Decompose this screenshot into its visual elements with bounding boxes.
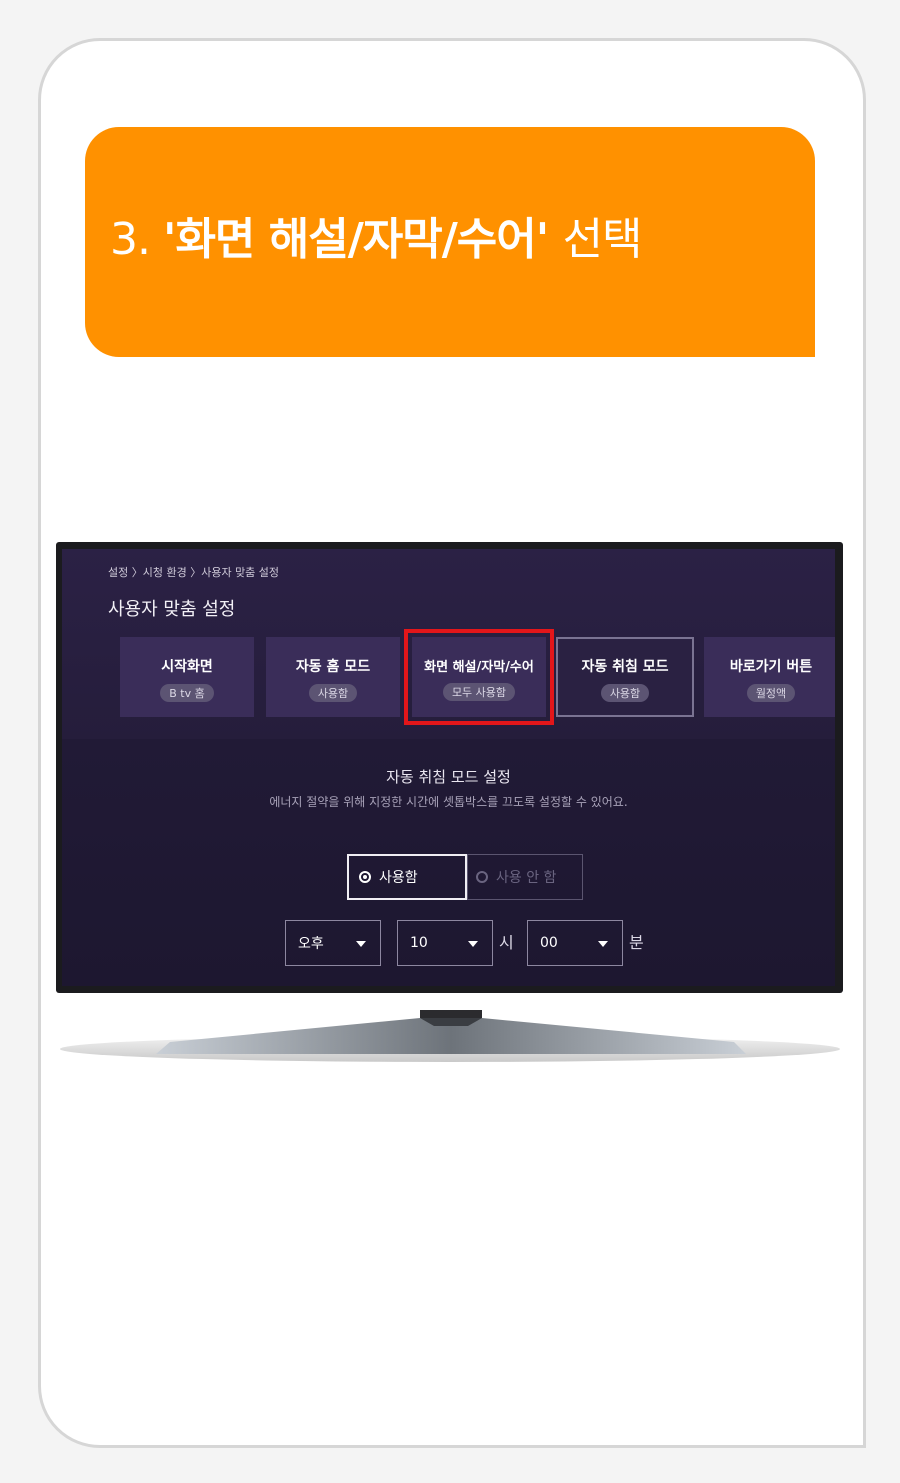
radio-selected-icon — [359, 871, 371, 883]
tile-shortcut-button[interactable]: 바로가기 버튼 월정액 — [704, 637, 835, 717]
radio-unselected-icon — [476, 871, 488, 883]
breadcrumb: 설정 〉시청 환경 〉사용자 맞춤 설정 — [108, 566, 280, 579]
tile-label: 자동 홈 모드 — [295, 659, 371, 675]
step-title: 3. '화면 해설/자막/수어' 선택 — [110, 203, 643, 267]
tile-label: 시작화면 — [161, 659, 213, 675]
tile-label: 바로가기 버튼 — [729, 659, 813, 675]
step-menu-name: 화면 해설/자막/수어 — [175, 214, 536, 265]
step-number: 3. — [110, 214, 163, 265]
quote-open: ' — [162, 214, 177, 265]
minute-unit: 분 — [629, 933, 644, 952]
tile-badge: 월정액 — [746, 684, 796, 702]
tile-label: 자동 취침 모드 — [581, 659, 669, 675]
detail-title: 자동 취침 모드 설정 — [386, 768, 511, 786]
tile-start-screen[interactable]: 시작화면 B tv 홈 — [120, 637, 254, 717]
step-action: 선택 — [562, 214, 643, 265]
tile-badge: 사용함 — [600, 684, 650, 702]
select-value: 오후 — [298, 936, 324, 952]
tile-badge: B tv 홈 — [160, 684, 214, 702]
hour-select[interactable]: 10 — [397, 920, 493, 966]
tv-stand — [60, 1010, 840, 1062]
hour-unit: 시 — [499, 933, 514, 952]
highlight-box — [404, 629, 554, 725]
radio-enable[interactable]: 사용함 — [347, 854, 467, 900]
tile-badge: 사용함 — [308, 684, 358, 702]
detail-description: 에너지 절약을 위해 지정한 시간에 셋톱박스를 끄도록 설정할 수 있어요. — [269, 795, 628, 809]
select-value: 10 — [410, 935, 428, 951]
ampm-select[interactable]: 오후 — [285, 920, 381, 966]
radio-disable[interactable]: 사용 안 함 — [467, 854, 583, 900]
tile-auto-sleep-mode[interactable]: 자동 취침 모드 사용함 — [556, 637, 694, 717]
caret-down-icon — [356, 941, 366, 947]
quote-close: ' — [535, 214, 563, 265]
minute-select[interactable]: 00 — [527, 920, 623, 966]
tile-auto-home-mode[interactable]: 자동 홈 모드 사용함 — [266, 637, 400, 717]
page-title: 사용자 맞춤 설정 — [108, 599, 236, 620]
radio-label: 사용함 — [379, 870, 418, 886]
tv-screen: 설정 〉시청 환경 〉사용자 맞춤 설정 사용자 맞춤 설정 시작화면 B tv… — [62, 549, 835, 986]
caret-down-icon — [468, 941, 478, 947]
select-value: 00 — [540, 935, 558, 951]
caret-down-icon — [598, 941, 608, 947]
radio-label: 사용 안 함 — [496, 870, 557, 886]
